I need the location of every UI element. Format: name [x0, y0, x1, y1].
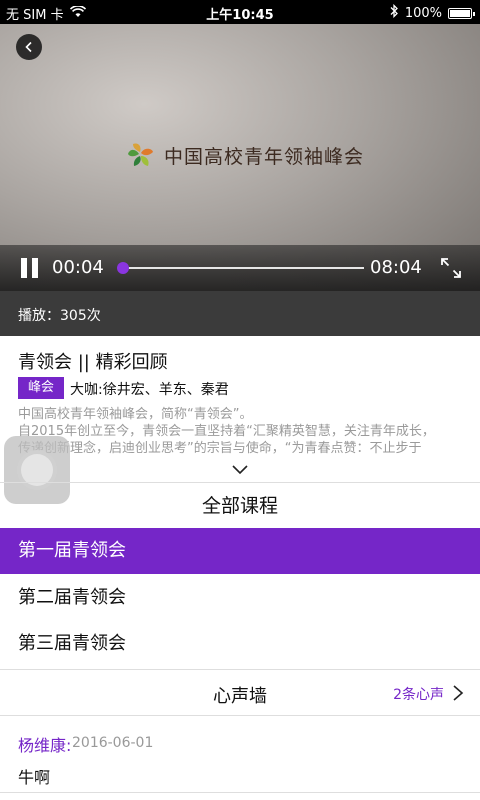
description: 中国高校青年领袖峰会，简称“青领会”。 自2015年创立至今，青领会一直坚持着“…	[18, 406, 468, 457]
video-overlay-title: 中国高校青年领袖峰会	[164, 145, 365, 168]
comment-author: 杨维康:	[18, 736, 72, 755]
course-item-3[interactable]: 第三届青领会	[0, 621, 480, 667]
comment-text: 牛啊	[18, 768, 51, 787]
fullscreen-button[interactable]	[440, 257, 462, 279]
description-line: 中国高校青年领袖峰会，简称“青领会”。	[18, 407, 253, 422]
play-count: 播放：305次	[0, 291, 480, 336]
player-controls: 00:04 08:04	[0, 245, 480, 291]
category-tag: 峰会	[18, 377, 64, 399]
battery-percent: 100%	[404, 5, 442, 21]
voice-wall-count[interactable]: 2条心声	[393, 684, 444, 704]
back-button[interactable]	[16, 34, 42, 60]
video-title: 青领会 || 精彩回顾	[18, 352, 168, 373]
description-line: 传递创新理念，启迪创业思考”的宗旨与使命，“为青春点赞：不止步于	[18, 441, 422, 456]
course-item-2[interactable]: 第二届青领会	[0, 575, 480, 621]
chevron-down-icon	[232, 465, 248, 475]
chevron-right-icon[interactable]	[452, 684, 464, 702]
total-time: 08:04	[370, 257, 422, 278]
guest-list: 大咖:徐井宏、羊东、秦君	[70, 382, 229, 398]
progress-slider[interactable]	[117, 262, 364, 274]
video-player[interactable]: 中国高校青年领袖峰会 00:04 08:04	[0, 24, 480, 291]
comment-date: 2016-06-01	[72, 735, 154, 751]
expand-description-button[interactable]	[230, 462, 250, 476]
video-info: 青领会 || 精彩回顾 峰会 大咖:徐井宏、羊东、秦君 中国高校青年领袖峰会，简…	[0, 336, 480, 482]
pause-button[interactable]	[20, 258, 40, 278]
divider	[0, 792, 480, 793]
description-line: 自2015年创立至今，青领会一直坚持着“汇聚精英智慧，关注青年成长，	[18, 424, 435, 439]
fullscreen-icon	[441, 258, 461, 278]
course-item-1[interactable]: 第一届青领会	[0, 528, 480, 574]
chevron-left-icon	[25, 41, 32, 53]
video-logo: 中国高校青年领袖峰会	[124, 138, 364, 172]
current-time: 00:04	[52, 257, 104, 278]
battery-icon	[448, 7, 475, 19]
courses-header: 全部课程	[0, 482, 480, 528]
progress-knob[interactable]	[117, 262, 130, 274]
voice-wall-header[interactable]: 心声墙 2条心声	[0, 670, 480, 716]
status-bar: 无 SIM 卡 上午10:45 100%	[0, 0, 480, 24]
bluetooth-icon	[389, 3, 399, 22]
summit-logo-icon	[124, 138, 158, 172]
